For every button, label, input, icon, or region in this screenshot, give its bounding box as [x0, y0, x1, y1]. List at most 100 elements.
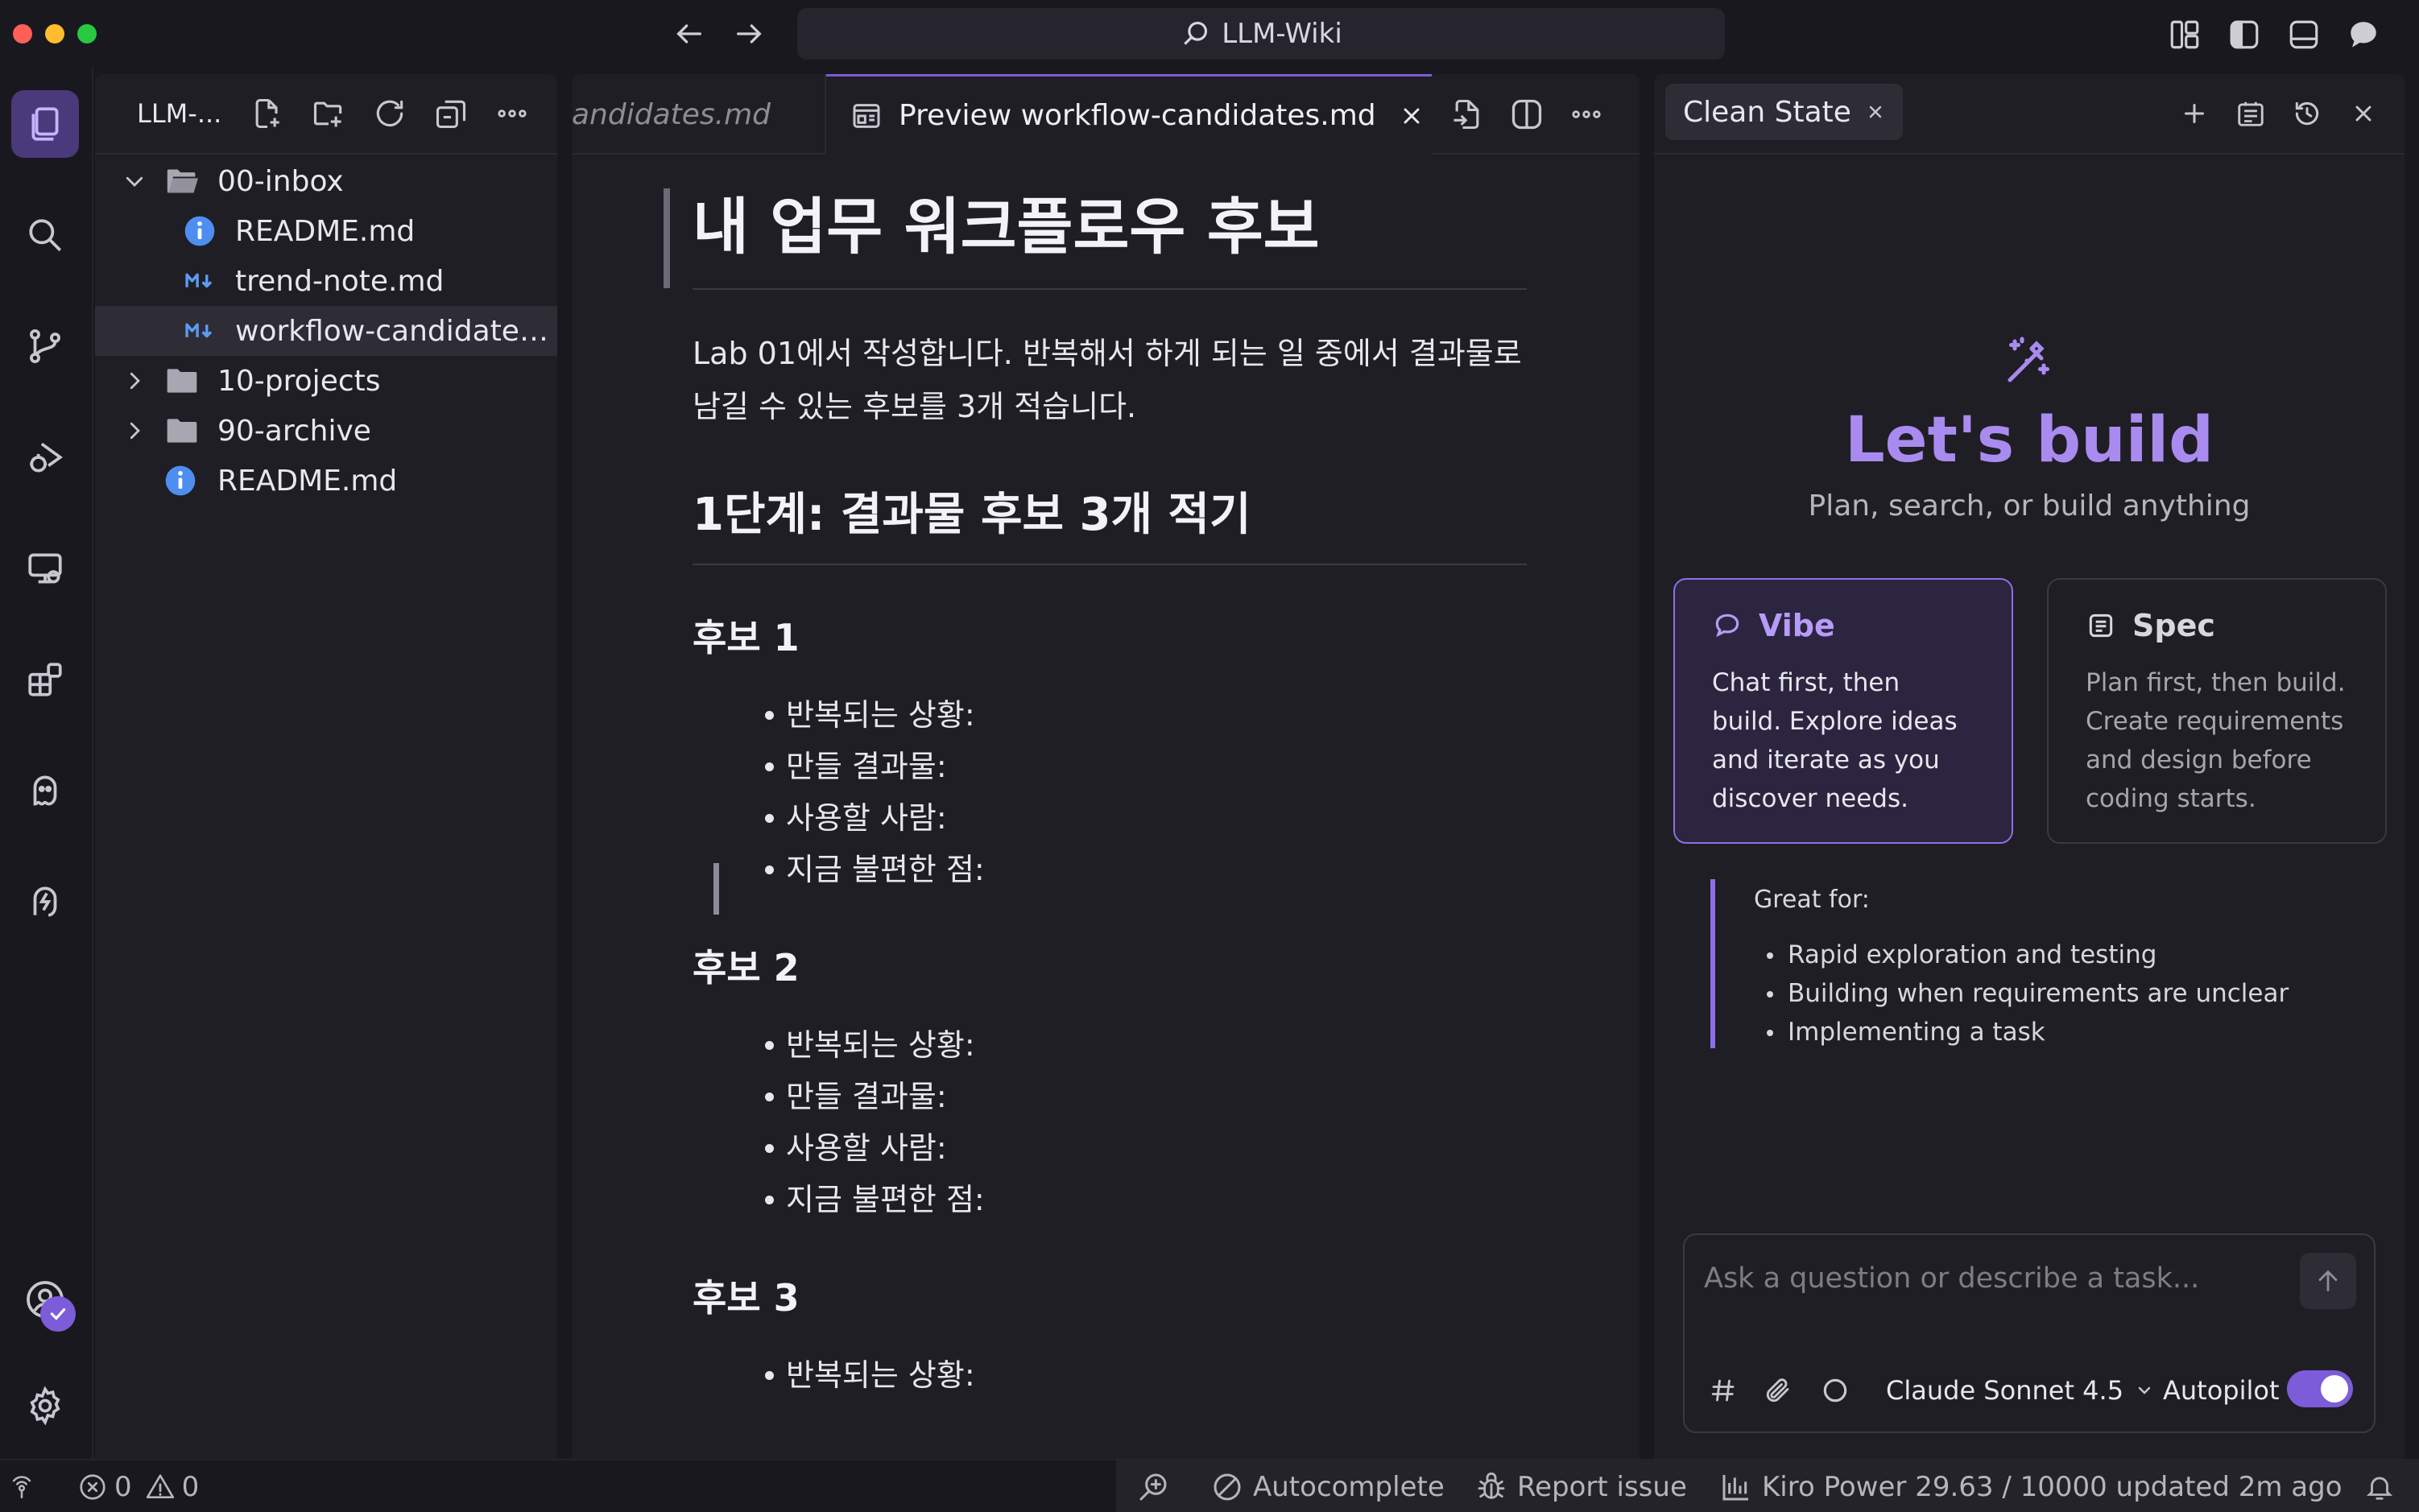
status-bar: 0 0 Autocomplete Report issue Kiro Power… [0, 1459, 2419, 1512]
tree-item-label: 10-projects [217, 364, 381, 398]
autopilot-toggle[interactable] [2287, 1370, 2353, 1407]
window-title: LLM-Wiki [1222, 18, 1342, 50]
document-lines-icon [2086, 610, 2116, 641]
tree-item-label: 90-archive [217, 414, 371, 448]
run-debug-icon[interactable] [11, 423, 79, 491]
mode-card-spec[interactable]: Spec Plan first, then build. Create requ… [2047, 578, 2387, 844]
close-icon[interactable] [1399, 103, 1425, 129]
doc-title: 내 업무 워크플로우 후보 [693, 187, 1527, 290]
toggle-primary-sidebar-icon[interactable] [2227, 18, 2261, 52]
explorer-files-icon[interactable] [11, 90, 79, 158]
source-control-icon[interactable] [11, 312, 79, 380]
great-for-title: Great for: [1754, 886, 1870, 914]
forward-arrow-icon[interactable] [733, 18, 765, 50]
tree-file-workflow-candidates[interactable]: workflow-candidates... [95, 306, 557, 356]
context-hash-icon[interactable] [1709, 1370, 1738, 1411]
list-item: Building when requirements are unclear [1754, 974, 2371, 1013]
attach-paperclip-icon[interactable] [1764, 1370, 1793, 1411]
info-icon [184, 215, 235, 247]
tree-file-trend-note[interactable]: trend-note.md [95, 256, 557, 306]
collapse-all-icon[interactable] [430, 93, 472, 134]
close-panel-icon[interactable] [2343, 93, 2384, 134]
tree-folder-10-projects[interactable]: 10-projects [95, 356, 557, 406]
customize-layout-icon[interactable] [2168, 18, 2202, 52]
list-item: 반복되는 상황: [693, 1349, 1527, 1401]
chat-bubble-icon[interactable] [2347, 18, 2380, 52]
candidate-heading: 후보 3 [693, 1276, 800, 1320]
search-icon[interactable] [11, 201, 79, 269]
candidate-heading: 후보 1 [693, 616, 800, 659]
hero-title: Let's build [1844, 404, 2214, 477]
send-arrow-icon[interactable] [2300, 1253, 2356, 1309]
zoom-window-button[interactable] [77, 24, 97, 43]
autocomplete-toggle[interactable]: Autocomplete [1211, 1460, 1445, 1512]
chat-tab-label: Clean State [1683, 95, 1851, 129]
tab-preview-workflow-candidates[interactable]: Preview workflow-candidates.md [826, 74, 1432, 155]
notifications-bell-icon[interactable] [2364, 1460, 2395, 1512]
model-name: Claude Sonnet 4.5 [1886, 1375, 2124, 1406]
tab-workflow-candidates-md[interactable]: andidates.md [572, 74, 826, 155]
zoom-plus-icon[interactable] [1137, 1460, 1169, 1512]
account-verified-check-icon [40, 1296, 76, 1332]
list-item: 사용할 사람: [693, 1122, 1527, 1174]
refresh-icon[interactable] [369, 93, 411, 134]
doc-section-heading: 1단계: 결과물 후보 3개 적기 [693, 485, 1527, 565]
new-chat-plus-icon[interactable] [2174, 93, 2214, 134]
tree-folder-00-inbox[interactable]: 00-inbox [95, 156, 557, 206]
remote-explorer-icon[interactable] [11, 535, 79, 602]
chat-list-icon[interactable] [2231, 93, 2271, 134]
tree-file-readme-root[interactable]: README.md [95, 456, 557, 506]
markdown-icon [184, 320, 235, 341]
explorer-panel: LLM-... 00-inbox README.md trend-note.md… [95, 74, 557, 1459]
more-actions-icon[interactable] [491, 93, 533, 134]
more-actions-icon[interactable] [1565, 93, 1607, 135]
close-window-button[interactable] [13, 24, 32, 43]
extensions-icon[interactable] [11, 646, 79, 713]
list-item: 만들 결과물: [693, 1071, 1527, 1122]
minimize-window-button[interactable] [45, 24, 64, 43]
kiro-power-icon[interactable] [11, 868, 79, 936]
split-editor-icon[interactable] [1506, 93, 1548, 135]
remote-broadcast-icon[interactable] [8, 1460, 35, 1512]
open-source-icon[interactable] [1446, 93, 1488, 135]
tree-file-readme[interactable]: README.md [95, 206, 557, 256]
editor-area: andidates.md Preview workflow-candidates… [572, 74, 1640, 1459]
list-item: Implementing a task [1754, 1013, 2371, 1051]
mode-description: Chat first, then build. Explore ideas an… [1712, 668, 1958, 813]
mode-card-vibe[interactable]: Vibe Chat first, then build. Explore ide… [1673, 578, 2013, 844]
chat-input-box: Claude Sonnet 4.5 Autopilot [1683, 1233, 2376, 1433]
folder-icon [164, 415, 217, 446]
list-item: 사용할 사람: [693, 792, 1527, 844]
status-circle-icon[interactable] [1820, 1370, 1850, 1411]
doc-intro: Lab 01에서 작성합니다. 반복해서 하게 되는 일 중에서 결과물로 남길… [693, 336, 1522, 424]
new-file-icon[interactable] [246, 93, 288, 134]
close-icon[interactable] [1866, 102, 1885, 122]
great-for-section: Great for: Rapid exploration and testing… [1710, 879, 2371, 1048]
toggle-panel-icon[interactable] [2287, 18, 2321, 52]
new-folder-icon[interactable] [308, 93, 349, 134]
settings-gear-icon[interactable] [11, 1372, 79, 1440]
explorer-title[interactable]: LLM-... [137, 98, 227, 129]
chat-input[interactable] [1704, 1254, 2284, 1303]
autocomplete-label: Autocomplete [1253, 1471, 1445, 1503]
info-icon [164, 465, 217, 497]
problems-indicator[interactable]: 0 0 [77, 1460, 199, 1512]
model-selector[interactable]: Claude Sonnet 4.5 [1886, 1370, 2154, 1411]
activity-bar [0, 68, 93, 1464]
report-issue-button[interactable]: Report issue [1475, 1460, 1687, 1512]
chat-session-tab[interactable]: Clean State [1665, 84, 1903, 140]
heading-marker [664, 188, 670, 288]
command-search-bar[interactable]: LLM-Wiki [797, 8, 1725, 60]
tree-folder-90-archive[interactable]: 90-archive [95, 406, 557, 456]
history-icon[interactable] [2287, 93, 2327, 134]
chevron-right-icon [122, 369, 164, 393]
list-item: 반복되는 상황: [693, 689, 1527, 741]
tree-item-label: trend-note.md [235, 264, 445, 298]
back-arrow-icon[interactable] [673, 18, 705, 50]
error-count: 0 [114, 1471, 132, 1503]
search-icon [1180, 19, 1210, 49]
chevron-down-icon [122, 169, 164, 193]
kiro-ghost-icon[interactable] [11, 757, 79, 824]
disabled-circle-icon [1211, 1471, 1243, 1503]
kiro-power-usage[interactable]: Kiro Power 29.63 / 10000 updated 2m ago [1720, 1460, 2343, 1512]
